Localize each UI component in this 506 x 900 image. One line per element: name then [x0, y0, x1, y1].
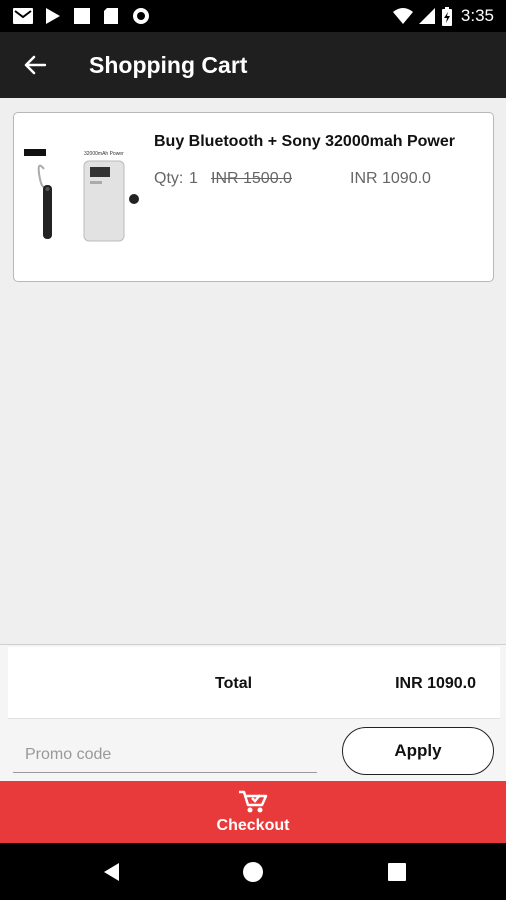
apply-promo-button[interactable]: Apply — [342, 727, 494, 775]
nav-back-button[interactable] — [98, 859, 124, 885]
arrow-left-icon — [24, 55, 46, 75]
nav-recents-button[interactable] — [384, 859, 410, 885]
qty-value: 1 — [189, 170, 198, 187]
product-name: Buy Bluetooth + Sony 32000mah Power — [154, 133, 455, 150]
total-row: Total INR 1090.0 — [8, 647, 500, 719]
order-summary-panel: Total INR 1090.0 Apply — [0, 644, 506, 781]
system-nav-bar — [0, 843, 506, 900]
app-bar: Shopping Cart — [0, 32, 506, 98]
discounted-price: INR 1090.0 — [350, 170, 431, 187]
status-time: 3:35 — [460, 6, 494, 25]
cart-icon — [239, 790, 268, 813]
cart-item-card[interactable]: 32000mAh Power Buy Bluetooth + Sony 3200… — [13, 112, 494, 282]
checkout-label: Checkout — [216, 817, 290, 834]
circle-home-icon — [243, 862, 263, 882]
battery-icon — [442, 7, 452, 26]
sd-card-icon — [104, 8, 118, 24]
qty-label: Qty: — [154, 170, 184, 187]
total-value: INR 1090.0 — [395, 675, 476, 692]
wifi-icon — [393, 8, 413, 24]
status-bar: 3:35 — [0, 0, 506, 32]
circle-notification-icon — [133, 8, 149, 24]
checkout-button[interactable]: Checkout — [0, 781, 506, 843]
original-price: INR 1500.0 — [211, 170, 292, 187]
product-image: 32000mAh Power — [24, 149, 139, 242]
nav-home-button[interactable] — [240, 859, 266, 885]
square-notification-icon — [74, 8, 90, 24]
promo-code-input[interactable] — [13, 737, 317, 773]
gmail-icon — [13, 8, 33, 24]
square-recents-icon — [388, 863, 406, 881]
page-title: Shopping Cart — [89, 52, 248, 78]
back-button[interactable] — [18, 48, 52, 82]
total-label: Total — [215, 675, 253, 692]
product-image-caption: 32000mAh Power — [84, 151, 124, 157]
cellular-signal-icon — [419, 8, 435, 24]
triangle-back-icon — [104, 863, 119, 881]
play-store-icon — [46, 8, 60, 24]
